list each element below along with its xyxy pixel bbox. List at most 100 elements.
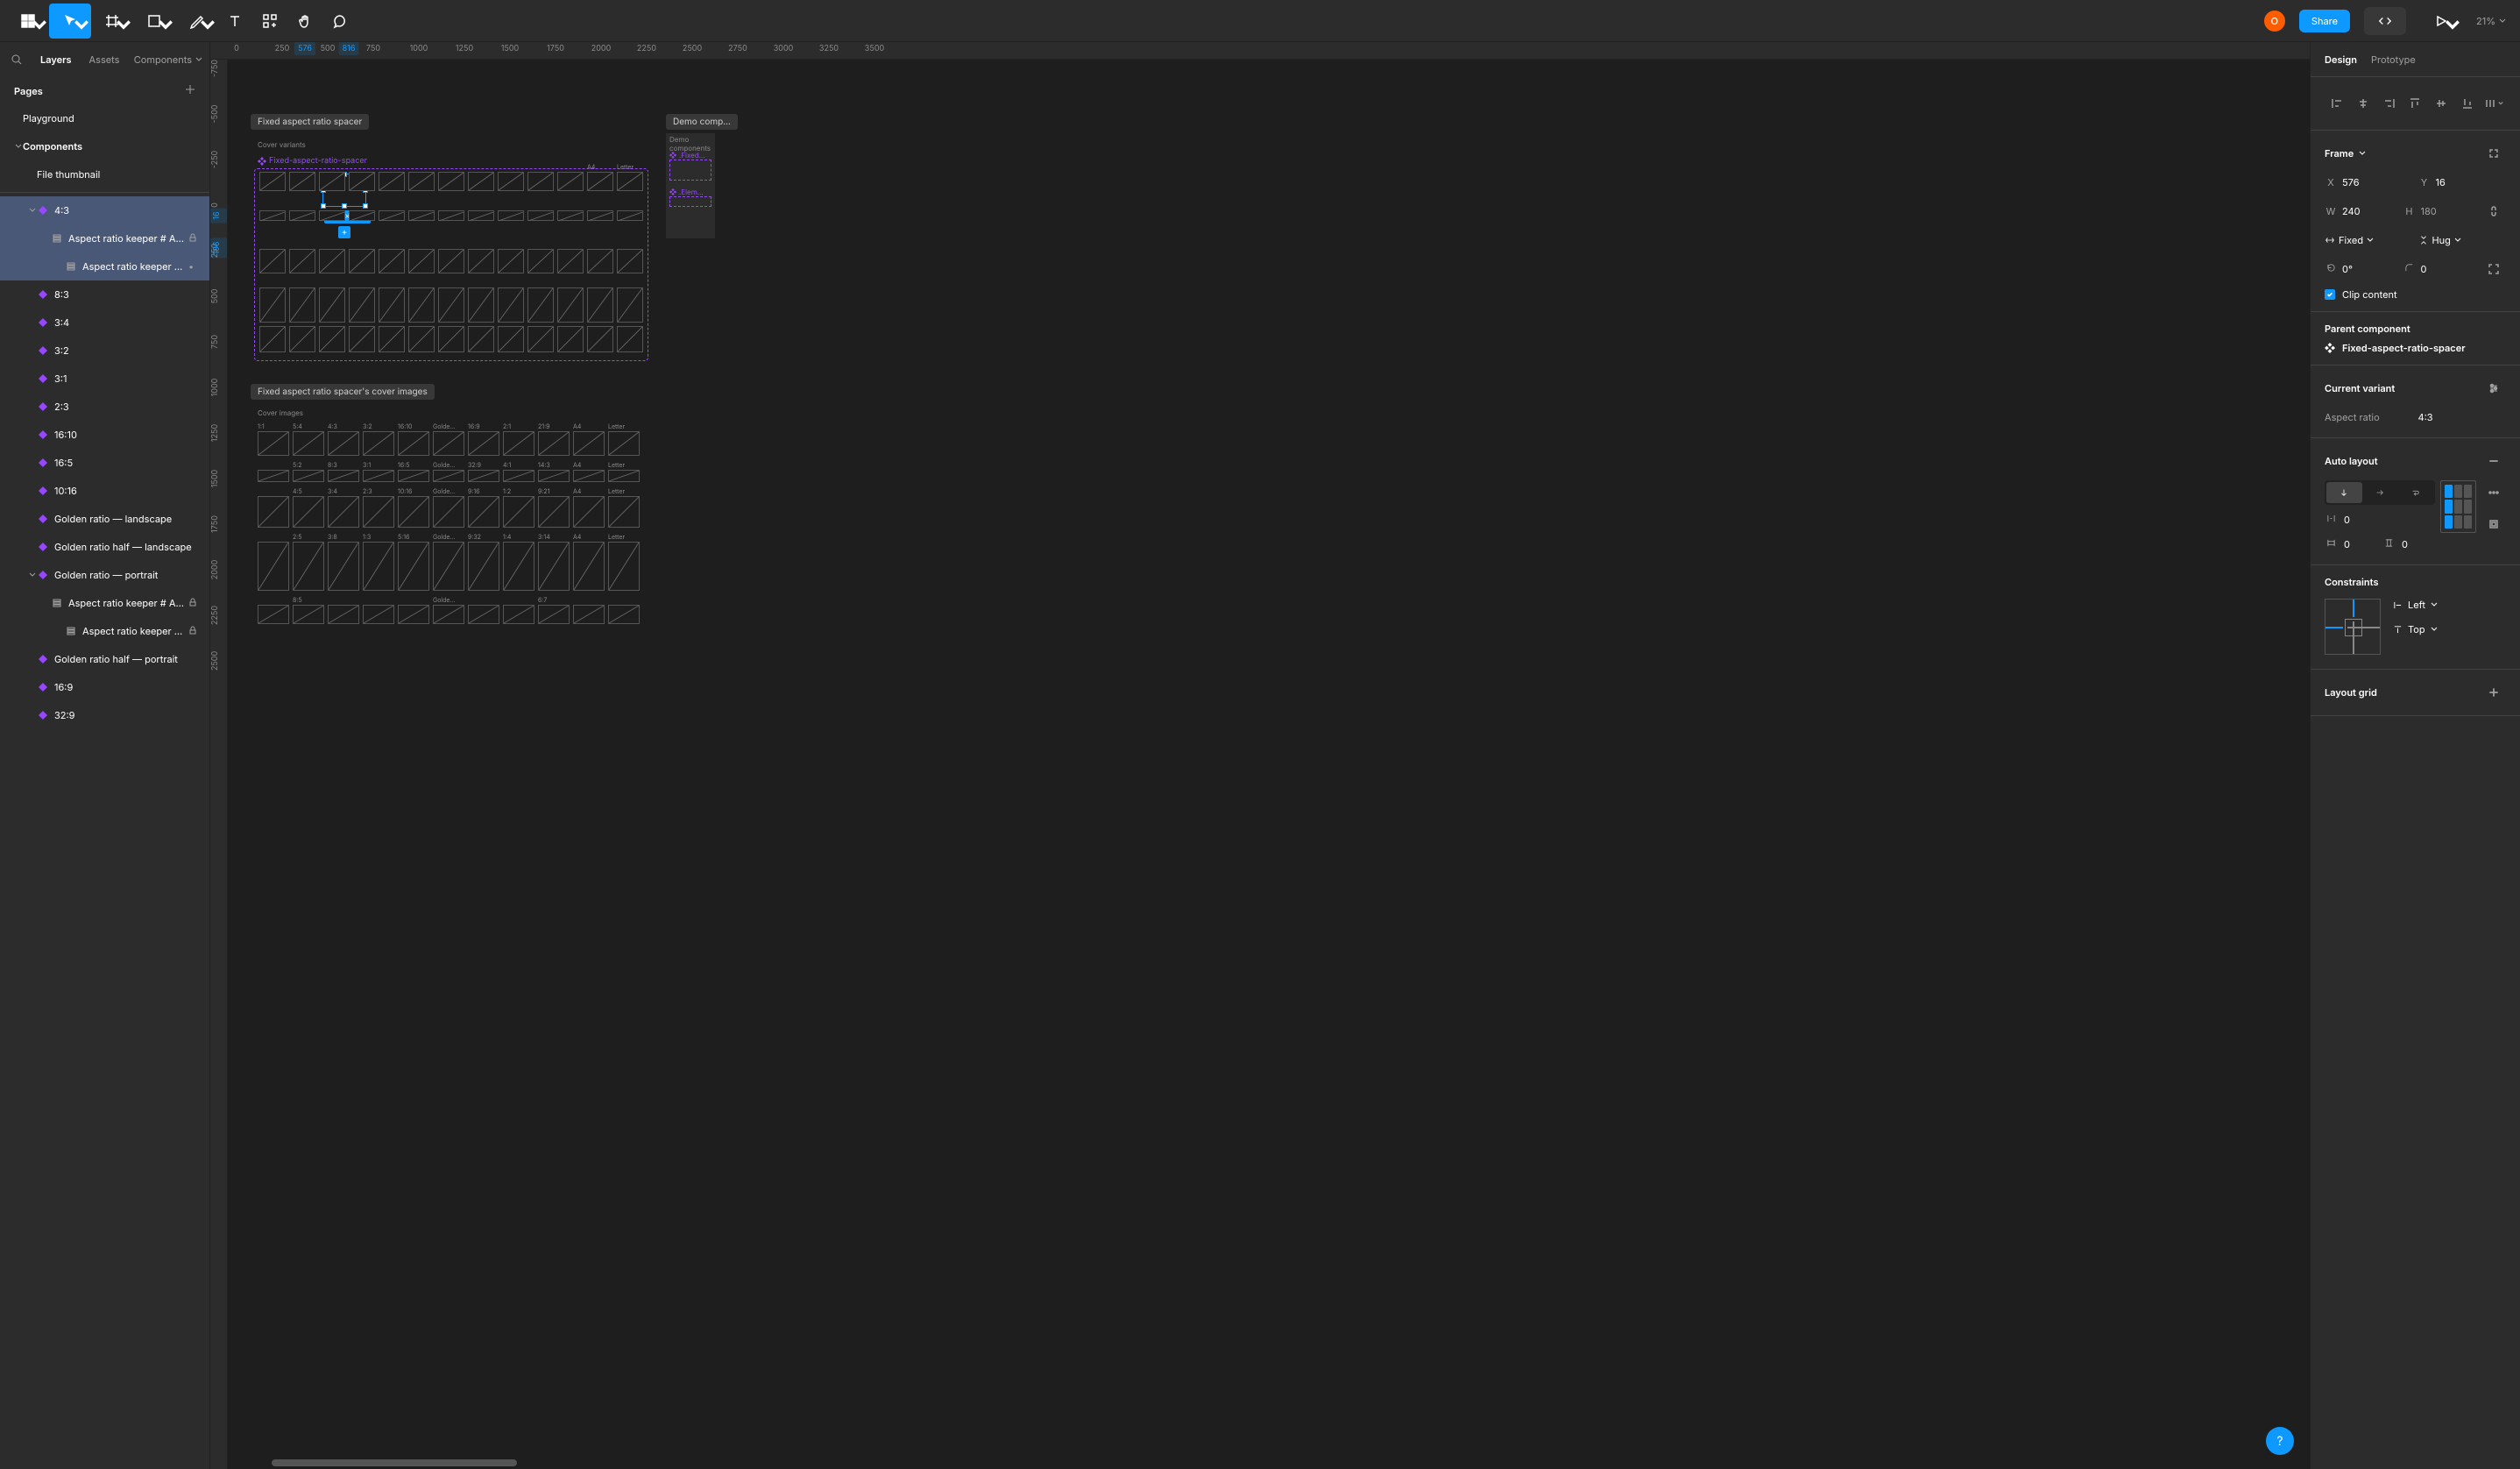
remove-autolayout-button[interactable] bbox=[2481, 449, 2506, 473]
layer-item[interactable]: 3:4 bbox=[0, 309, 209, 337]
help-button[interactable]: ? bbox=[2266, 1427, 2294, 1455]
layer-item[interactable]: Aspect ratio keeper # Rotated…• bbox=[0, 252, 209, 280]
vpad-input[interactable] bbox=[2400, 535, 2435, 554]
variant-settings-button[interactable] bbox=[2481, 376, 2506, 401]
rotation-input[interactable] bbox=[2340, 259, 2393, 279]
layer-item[interactable]: Golden ratio half — portrait bbox=[0, 645, 209, 673]
align-vcenter-button[interactable] bbox=[2429, 91, 2453, 116]
x-input[interactable] bbox=[2340, 173, 2393, 192]
demo-section-label[interactable]: Demo comp… bbox=[666, 114, 738, 130]
resize-to-fit-button[interactable] bbox=[2481, 141, 2506, 166]
corner-radius-icon bbox=[2403, 263, 2416, 275]
align-more-button[interactable] bbox=[2481, 91, 2506, 116]
v-resize-dropdown[interactable]: Hug bbox=[2418, 231, 2507, 250]
independent-corners-button[interactable] bbox=[2481, 257, 2506, 281]
layer-item[interactable]: 10:16 bbox=[0, 477, 209, 505]
assets-tab[interactable]: Assets bbox=[86, 50, 124, 69]
w-input[interactable] bbox=[2340, 202, 2393, 221]
vertical-ruler[interactable]: -750-500-2500250500750100012501500175020… bbox=[210, 60, 228, 1469]
layer-item[interactable]: Golden ratio — portrait bbox=[0, 561, 209, 589]
resources-tool[interactable] bbox=[252, 4, 287, 39]
shape-tool[interactable] bbox=[133, 4, 175, 39]
comment-tool[interactable] bbox=[322, 4, 357, 39]
direction-horizontal[interactable] bbox=[2362, 482, 2398, 503]
page-item[interactable]: Components bbox=[0, 132, 209, 160]
constraint-h-dropdown[interactable]: Left bbox=[2393, 595, 2506, 614]
page-item[interactable]: Playground bbox=[0, 104, 209, 132]
autolayout-direction[interactable] bbox=[2325, 480, 2435, 505]
layer-item[interactable]: 16:5 bbox=[0, 449, 209, 477]
layer-item[interactable]: 4:3 bbox=[0, 196, 209, 224]
layer-item[interactable]: 8:3 bbox=[0, 280, 209, 309]
user-avatar[interactable]: O bbox=[2264, 11, 2285, 32]
layer-item[interactable]: 16:9 bbox=[0, 673, 209, 701]
main-menu-button[interactable] bbox=[7, 4, 49, 39]
add-variant-button[interactable]: + bbox=[338, 226, 350, 238]
section-label-2[interactable]: Fixed aspect ratio spacer's cover images bbox=[251, 384, 435, 400]
constraint-v-dropdown[interactable]: Top bbox=[2393, 620, 2506, 639]
move-tool[interactable] bbox=[49, 4, 91, 39]
frame-type-dropdown[interactable]: Frame bbox=[2325, 144, 2366, 163]
layer-item[interactable]: Golden ratio half — landscape bbox=[0, 533, 209, 561]
demo-item-2[interactable]: .Elem… bbox=[669, 188, 704, 196]
frame-tool[interactable] bbox=[91, 4, 133, 39]
align-top-button[interactable] bbox=[2403, 91, 2427, 116]
page-selector[interactable]: Components bbox=[134, 53, 202, 66]
add-layout-grid-button[interactable] bbox=[2481, 680, 2506, 705]
layer-item[interactable]: Aspect ratio keeper # Additionally … bbox=[0, 589, 209, 617]
prototype-tab[interactable]: Prototype bbox=[2371, 53, 2416, 66]
constraints-widget[interactable] bbox=[2325, 599, 2381, 655]
h-input[interactable] bbox=[2419, 202, 2472, 221]
pen-tool[interactable] bbox=[175, 4, 217, 39]
variant-value-input[interactable] bbox=[2417, 408, 2507, 427]
variant-prop-label: Aspect ratio bbox=[2325, 411, 2411, 423]
layer-item[interactable]: 3:2 bbox=[0, 337, 209, 365]
present-button[interactable] bbox=[2420, 4, 2462, 39]
demo-item-1[interactable]: .Fixed… bbox=[669, 151, 705, 160]
layers-list[interactable]: 4:3Aspect ratio keeper # Additionally …A… bbox=[0, 196, 209, 1469]
page-item[interactable]: File thumbnail bbox=[0, 160, 209, 188]
alignment-grid[interactable] bbox=[2440, 480, 2476, 533]
zoom-dropdown[interactable]: 21% bbox=[2469, 15, 2513, 27]
design-tab[interactable]: Design bbox=[2325, 53, 2357, 66]
autolayout-advanced-button[interactable] bbox=[2481, 480, 2506, 505]
horizontal-ruler[interactable]: 0250500750100012501500175020002250250027… bbox=[210, 42, 2310, 60]
constrain-proportions-button[interactable] bbox=[2481, 199, 2506, 224]
dev-mode-toggle[interactable] bbox=[2364, 7, 2406, 35]
canvas-area[interactable]: 0250500750100012501500175020002250250027… bbox=[210, 42, 2310, 1469]
share-button[interactable]: Share bbox=[2299, 10, 2350, 32]
layer-item[interactable]: 16:10 bbox=[0, 421, 209, 449]
parent-component-link[interactable]: Fixed-aspect-ratio-spacer bbox=[2325, 342, 2506, 354]
text-tool[interactable] bbox=[217, 4, 252, 39]
individual-padding-button[interactable] bbox=[2481, 512, 2506, 536]
gap-input[interactable] bbox=[2342, 510, 2395, 529]
h-resize-dropdown[interactable]: Fixed bbox=[2325, 231, 2413, 250]
hand-tool[interactable] bbox=[287, 4, 322, 39]
canvas-horizontal-scrollbar[interactable] bbox=[245, 1458, 2310, 1467]
component-set-label[interactable]: Fixed-aspect-ratio-spacer bbox=[258, 156, 367, 166]
layer-item[interactable]: Aspect ratio keeper # Additionally … bbox=[0, 224, 209, 252]
direction-vertical[interactable] bbox=[2326, 482, 2362, 503]
align-hcenter-button[interactable] bbox=[2351, 91, 2375, 116]
hpad-input[interactable] bbox=[2342, 535, 2377, 554]
align-left-button[interactable] bbox=[2325, 91, 2349, 116]
vpad-icon bbox=[2382, 538, 2395, 550]
layer-item[interactable]: Golden ratio — landscape bbox=[0, 505, 209, 533]
direction-wrap[interactable] bbox=[2397, 482, 2433, 503]
layers-tab[interactable]: Layers bbox=[37, 50, 75, 69]
section-label[interactable]: Fixed aspect ratio spacer bbox=[251, 114, 369, 130]
align-bottom-button[interactable] bbox=[2455, 91, 2480, 116]
demo-components-frame[interactable]: Demo components .Fixed… .Elem… bbox=[666, 133, 715, 238]
canvas[interactable]: Fixed aspect ratio spacer Cover variants… bbox=[228, 60, 2310, 1469]
left-panel: Layers Assets Components Pages Playgroun… bbox=[0, 42, 210, 1469]
search-button[interactable] bbox=[7, 50, 26, 69]
layer-item[interactable]: 32:9 bbox=[0, 701, 209, 729]
layer-item[interactable]: 2:3 bbox=[0, 393, 209, 421]
align-right-button[interactable] bbox=[2377, 91, 2402, 116]
corner-radius-input[interactable] bbox=[2419, 259, 2472, 279]
y-input[interactable] bbox=[2434, 173, 2487, 192]
layer-item[interactable]: Aspect ratio keeper # Additio… bbox=[0, 617, 209, 645]
layer-item[interactable]: 3:1 bbox=[0, 365, 209, 393]
add-page-button[interactable] bbox=[185, 84, 195, 97]
clip-content-checkbox[interactable] bbox=[2325, 289, 2335, 300]
